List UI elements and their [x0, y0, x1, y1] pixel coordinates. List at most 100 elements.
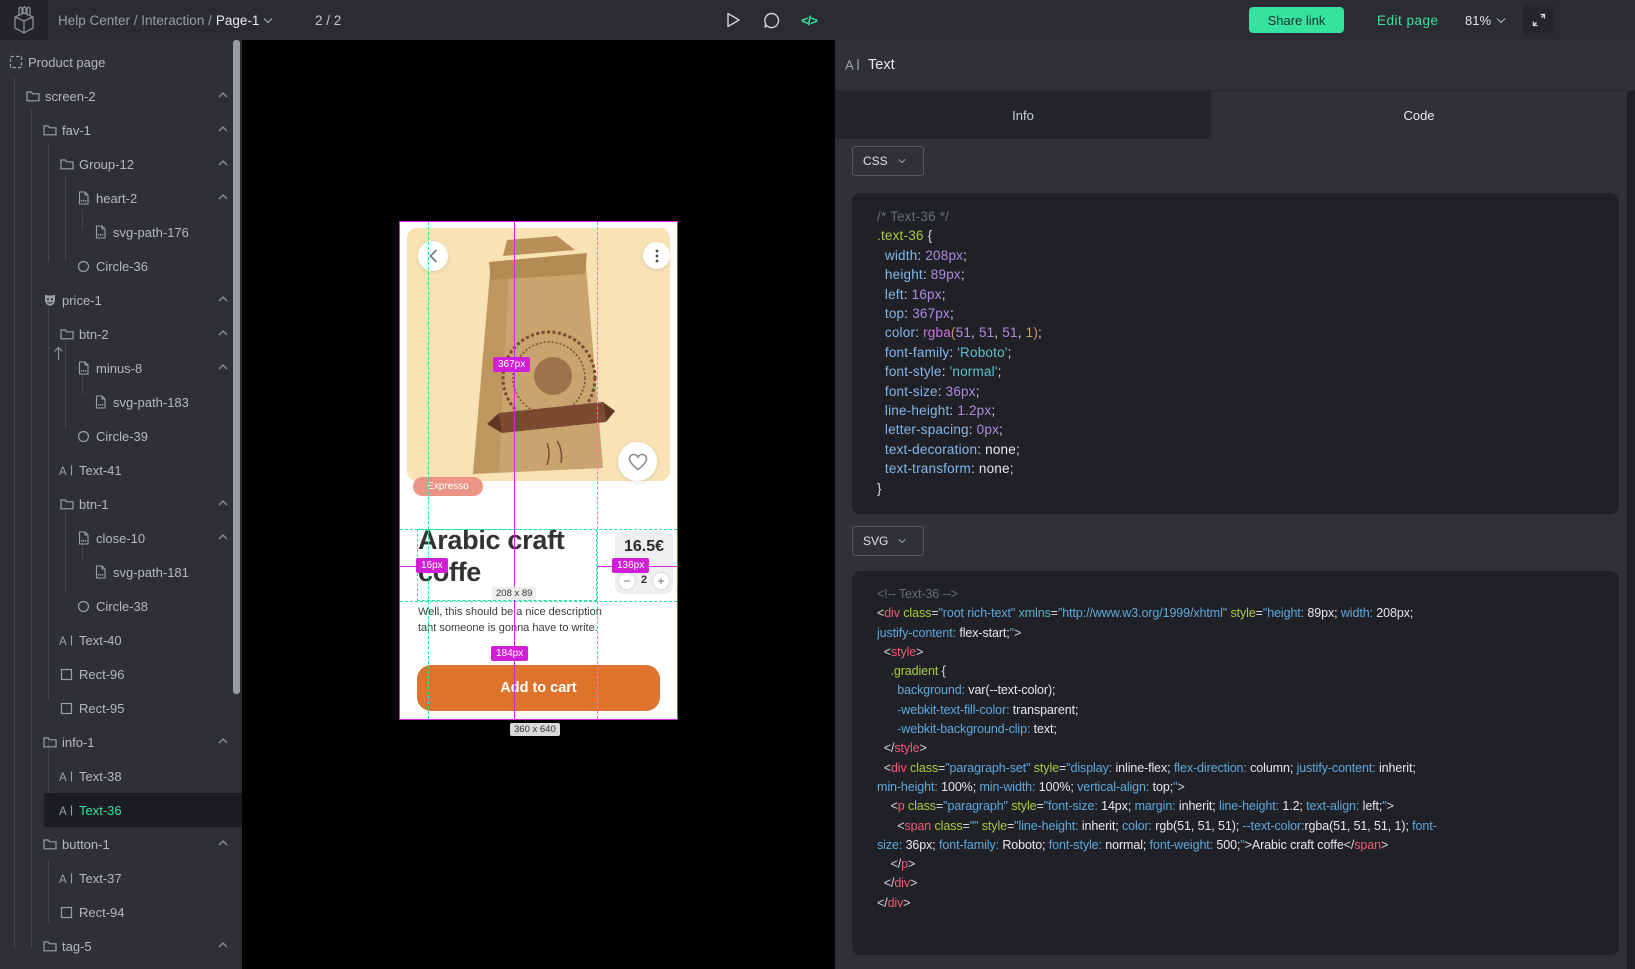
layer-row-group-12[interactable]: Group-12 [0, 147, 242, 181]
design-canvas[interactable]: Expresso Arabic craft coffe 16.5€ − 2 + … [242, 40, 835, 969]
collapse-chevron[interactable] [216, 292, 232, 308]
layer-label: Text-38 [79, 769, 122, 784]
code-line: .text-36 { [877, 226, 1619, 245]
code-line: text-decoration: none; [877, 440, 1619, 459]
layer-row-screen-2[interactable]: screen-2 [0, 79, 242, 113]
text-layer-icon: A [59, 464, 74, 477]
layer-label: Text-41 [79, 463, 122, 478]
panel-scrollbar-track[interactable] [1627, 91, 1635, 969]
play-button[interactable] [716, 0, 750, 40]
expand-arrows-icon [1532, 13, 1546, 27]
collapse-chevron[interactable] [216, 938, 232, 954]
layer-row-circle-39[interactable]: Circle-39 [0, 419, 242, 453]
layer-row-product page[interactable]: Product page [0, 45, 242, 79]
layer-row-text-36[interactable]: AText-36 [0, 793, 242, 827]
layer-row-circle-36[interactable]: Circle-36 [0, 249, 242, 283]
code-line: <p class="paragraph" style="font-size: 1… [877, 797, 1619, 816]
layer-row-rect-96[interactable]: Rect-96 [0, 657, 242, 691]
quantity-minus-button[interactable]: − [618, 572, 636, 590]
quantity-plus-button[interactable]: + [652, 572, 670, 590]
code-mode-button[interactable]: </> [792, 0, 826, 40]
layer-row-svg-path-183[interactable]: svg-path-183 [0, 385, 242, 419]
layer-row-minus-8[interactable]: minus-8 [0, 351, 242, 385]
layer-row-price-1[interactable]: price-1 [0, 283, 242, 317]
layers-sidebar: Product pagescreen-2fav-1Group-12heart-2… [0, 40, 242, 969]
layer-row-fav-1[interactable]: fav-1 [0, 113, 242, 147]
rect-shape-icon [60, 702, 73, 715]
text-layer-icon: A [59, 804, 74, 817]
layer-row-rect-95[interactable]: Rect-95 [0, 691, 242, 725]
collapse-chevron-icon [216, 531, 230, 543]
product-tag-badge[interactable]: Expresso [413, 477, 483, 496]
screen-frame[interactable]: Expresso Arabic craft coffe 16.5€ − 2 + … [400, 222, 677, 719]
fullscreen-button[interactable] [1523, 5, 1554, 35]
layer-label: info-1 [62, 735, 95, 750]
share-link-button[interactable]: Share link [1249, 7, 1344, 33]
folder-icon [43, 736, 57, 748]
svg-text:A: A [59, 466, 67, 477]
comments-button[interactable] [754, 0, 788, 40]
tab-code[interactable]: Code [1211, 91, 1627, 139]
layer-row-btn-1[interactable]: btn-1 [0, 487, 242, 521]
collapse-chevron[interactable] [216, 530, 232, 546]
layer-row-info-1[interactable]: info-1 [0, 725, 242, 759]
layer-row-tag-5[interactable]: tag-5 [0, 929, 242, 963]
code-line: .gradient { [877, 662, 1619, 681]
folder-icon [26, 90, 40, 102]
code-line: -webkit-background-clip: text; [877, 720, 1619, 739]
collapse-chevron[interactable] [216, 496, 232, 512]
folder-icon [43, 124, 57, 136]
collapse-chevron-icon [216, 293, 230, 305]
css-code-block: /* Text-36 */.text-36 { width: 208px; he… [852, 193, 1619, 514]
folder-icon [60, 498, 74, 510]
collapse-chevron[interactable] [216, 156, 232, 172]
layer-row-text-40[interactable]: AText-40 [0, 623, 242, 657]
layer-row-svg-path-181[interactable]: svg-path-181 [0, 555, 242, 589]
collapse-chevron-icon [216, 497, 230, 509]
layer-row-button-1[interactable]: button-1 [0, 827, 242, 861]
layer-row-btn-2[interactable]: btn-2 [0, 317, 242, 351]
css-language-dropdown[interactable]: CSS [852, 146, 924, 176]
collapse-chevron[interactable] [216, 360, 232, 376]
circle-shape-icon [77, 600, 90, 613]
code-line: font-family: 'Roboto'; [877, 343, 1619, 362]
code-line: <div class="paragraph-set" style="displa… [877, 759, 1619, 778]
sidebar-scrollbar[interactable] [233, 40, 240, 694]
collapse-chevron[interactable] [216, 190, 232, 206]
collapse-chevron[interactable] [216, 734, 232, 750]
collapse-chevron[interactable] [216, 836, 232, 852]
layer-row-text-41[interactable]: A Text-41 [0, 453, 242, 487]
back-button[interactable] [418, 241, 448, 271]
chevron-down-icon [898, 157, 906, 165]
zoom-control[interactable]: 81% [1465, 0, 1506, 40]
layer-row-text-37[interactable]: AText-37 [0, 861, 242, 895]
guide-line-horizontal-bottom [400, 601, 677, 602]
collapse-chevron[interactable] [216, 326, 232, 342]
layer-row-text-38[interactable]: AText-38 [0, 759, 242, 793]
description-line1: Well, this should be a nice description [418, 604, 602, 620]
svg-language-dropdown[interactable]: SVG [852, 526, 924, 556]
collapse-chevron[interactable] [216, 122, 232, 138]
layer-row-svg-path-176[interactable]: svg-path-176 [0, 215, 242, 249]
add-to-cart-button[interactable]: Add to cart [417, 665, 660, 711]
layer-row-circle-38[interactable]: Circle-38 [0, 589, 242, 623]
layer-row-close-10[interactable]: close-10 [0, 521, 242, 555]
collapse-chevron[interactable] [216, 88, 232, 104]
layer-label: tag-5 [62, 939, 92, 954]
favorite-button[interactable] [618, 442, 657, 481]
layer-row-rect-94[interactable]: Rect-94 [0, 895, 242, 929]
app-logo[interactable] [0, 0, 48, 40]
breadcrumb[interactable]: Help Center / Interaction / Page-1 [58, 0, 273, 40]
collapse-chevron-icon [216, 837, 230, 849]
code-line: line-height: 1.2px; [877, 401, 1619, 420]
collapse-chevron-icon [216, 89, 230, 101]
tab-info[interactable]: Info [835, 91, 1211, 139]
more-options-button[interactable] [643, 242, 670, 269]
circle-shape-icon [77, 260, 90, 273]
layer-row-heart-2[interactable]: heart-2 [0, 181, 242, 215]
edit-page-link[interactable]: Edit page [1377, 0, 1439, 40]
product-description[interactable]: Well, this should be a nice description … [418, 604, 602, 636]
code-line: </div> [877, 874, 1619, 893]
code-line: font-style: 'normal'; [877, 362, 1619, 381]
collapse-chevron-icon [216, 735, 230, 747]
